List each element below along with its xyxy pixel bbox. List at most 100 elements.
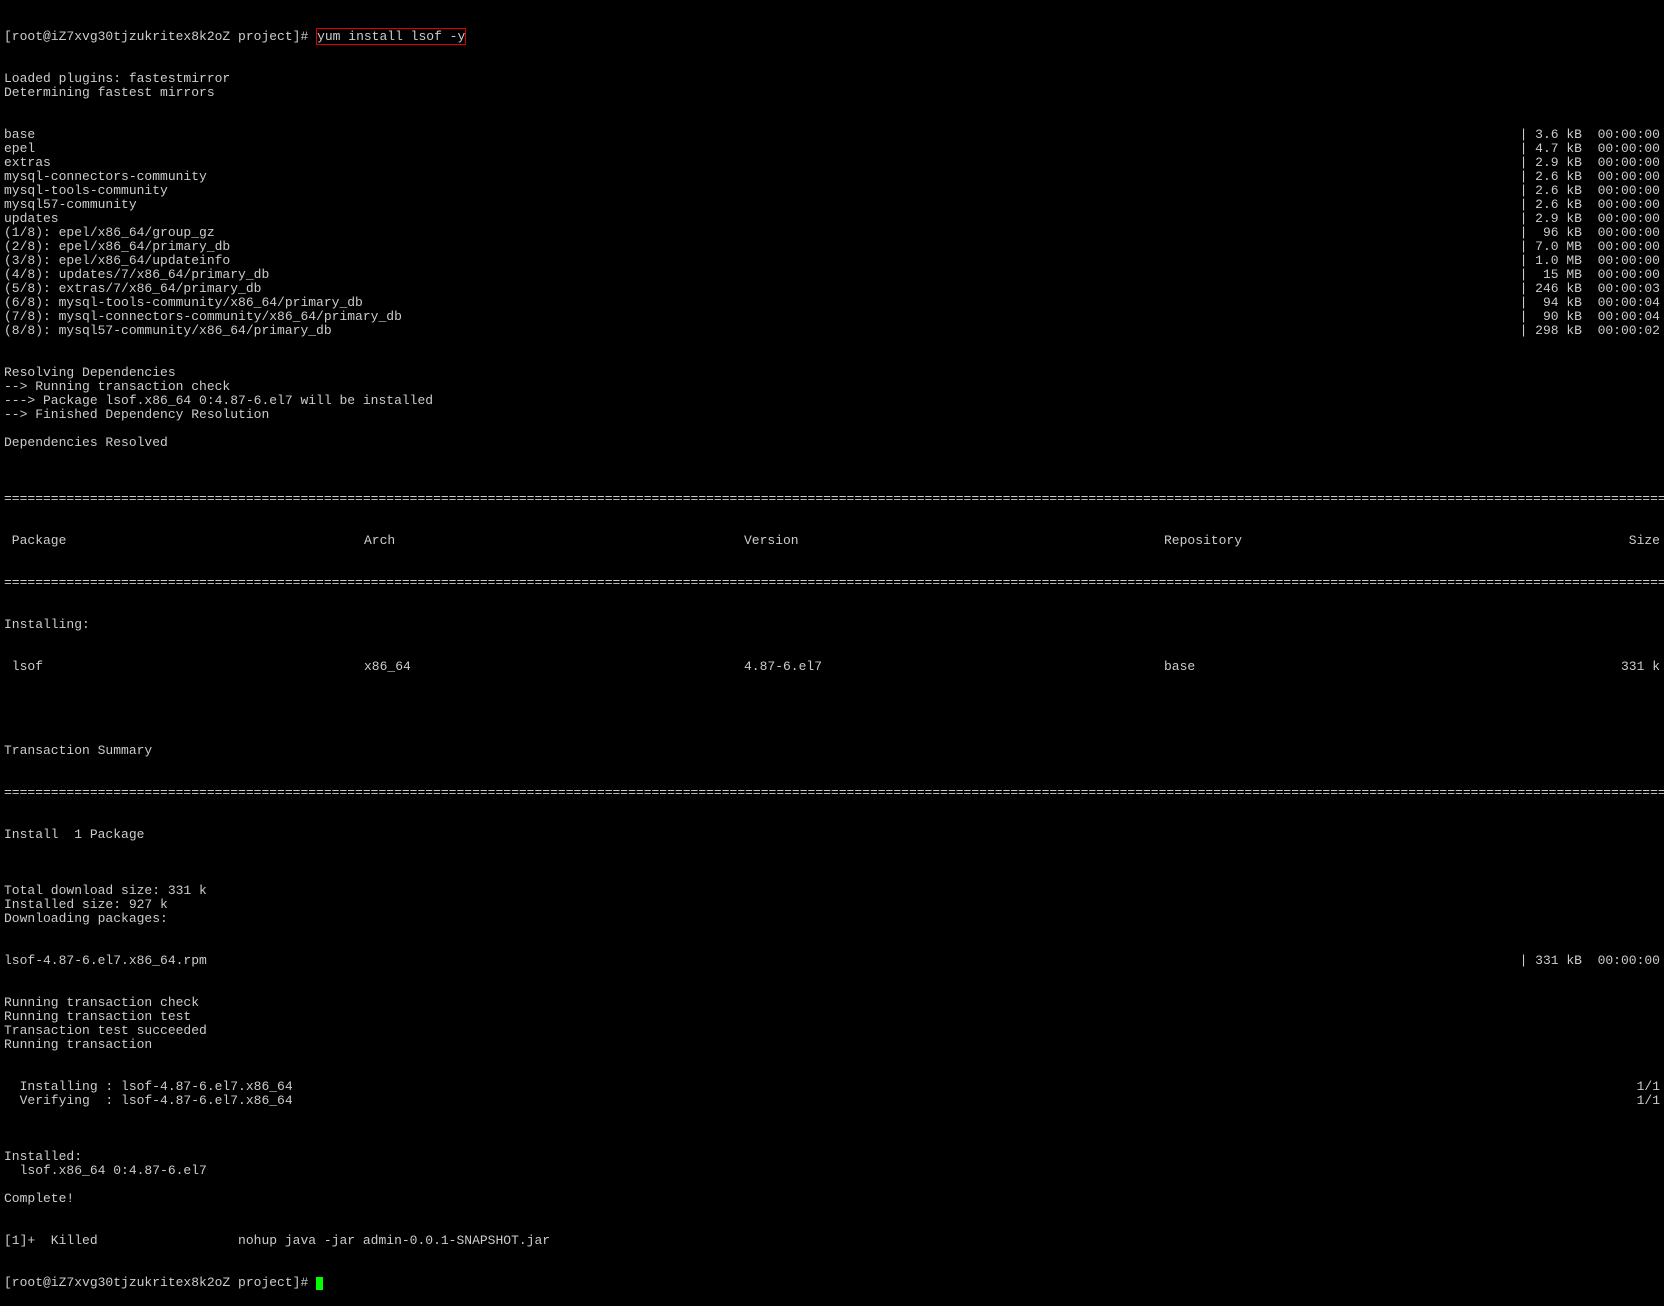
- terminal[interactable]: [root@iZ7xvg30tjzukritex8k2oZ project]# …: [0, 0, 1664, 1306]
- divider-bottom: ========================================…: [4, 786, 1660, 800]
- divider-mid: ========================================…: [4, 576, 1660, 590]
- output-line: [4, 870, 1660, 884]
- output-row: (6/8): mysql-tools-community/x86_64/prim…: [4, 296, 1660, 310]
- row-left: mysql-connectors-community: [4, 170, 207, 184]
- pkg-repo: base: [1164, 660, 1504, 674]
- prompt-prefix-2: [root@iZ7xvg30tjzukritex8k2oZ project]#: [4, 1275, 316, 1290]
- row-left: updates: [4, 212, 59, 226]
- output-line: --> Finished Dependency Resolution: [4, 408, 1660, 422]
- col-arch: Arch: [364, 534, 744, 548]
- output-row: mysql57-community| 2.6 kB 00:00:00: [4, 198, 1660, 212]
- row-right: | 90 kB 00:00:04: [1520, 310, 1660, 324]
- download-stats: | 331 kB 00:00:00: [1520, 954, 1660, 968]
- pkg-version: 4.87-6.el7: [744, 660, 1164, 674]
- output-line: lsof.x86_64 0:4.87-6.el7: [4, 1164, 1660, 1178]
- prompt-prefix: [root@iZ7xvg30tjzukritex8k2oZ project]#: [4, 29, 316, 44]
- output-row: (8/8): mysql57-community/x86_64/primary_…: [4, 324, 1660, 338]
- col-repository: Repository: [1164, 534, 1504, 548]
- row-right: | 15 MB 00:00:00: [1520, 268, 1660, 282]
- col-version: Version: [744, 534, 1164, 548]
- download-file: lsof-4.87-6.el7.x86_64.rpm: [4, 954, 207, 968]
- row-left: extras: [4, 156, 51, 170]
- killed-line: [1]+ Killed nohup java -jar admin-0.0.1-…: [4, 1234, 1660, 1248]
- output-row: (5/8): extras/7/x86_64/primary_db | 246 k…: [4, 282, 1660, 296]
- row-left: Installing : lsof-4.87-6.el7.x86_64: [4, 1080, 293, 1094]
- row-left: Verifying : lsof-4.87-6.el7.x86_64: [4, 1094, 293, 1108]
- row-left: (3/8): epel/x86_64/updateinfo: [4, 254, 230, 268]
- row-left: base: [4, 128, 35, 142]
- output-row: Installing : lsof-4.87-6.el7.x86_64 1/1: [4, 1080, 1660, 1094]
- row-right: | 298 kB 00:00:02: [1520, 324, 1660, 338]
- row-left: (2/8): epel/x86_64/primary_db: [4, 240, 230, 254]
- row-left: (6/8): mysql-tools-community/x86_64/prim…: [4, 296, 363, 310]
- blank-line: [4, 702, 1660, 716]
- cursor: [316, 1277, 323, 1290]
- row-left: (5/8): extras/7/x86_64/primary_db: [4, 282, 261, 296]
- row-right: | 246 kB 00:00:03: [1520, 282, 1660, 296]
- output-line: Transaction test succeeded: [4, 1024, 1660, 1038]
- download-row: lsof-4.87-6.el7.x86_64.rpm | 331 kB 00:0…: [4, 954, 1660, 968]
- output-line: Total download size: 331 k: [4, 884, 1660, 898]
- row-right: 1/1: [1637, 1080, 1660, 1094]
- output-row: (3/8): epel/x86_64/updateinfo | 1.0 MB 00…: [4, 254, 1660, 268]
- output-line: Running transaction: [4, 1038, 1660, 1052]
- output-row: (1/8): epel/x86_64/group_gz | 96 kB 00:00…: [4, 226, 1660, 240]
- row-right: | 1.0 MB 00:00:00: [1520, 254, 1660, 268]
- output-line: ---> Package lsof.x86_64 0:4.87-6.el7 wi…: [4, 394, 1660, 408]
- output-row: updates | 2.9 kB 00:00:00: [4, 212, 1660, 226]
- row-left: (8/8): mysql57-community/x86_64/primary_…: [4, 324, 332, 338]
- pkg-name: lsof: [4, 660, 364, 674]
- col-package: Package: [4, 534, 364, 548]
- output-line: Running transaction check: [4, 996, 1660, 1010]
- package-row: lsof x86_64 4.87-6.el7 base 331 k: [4, 660, 1660, 674]
- install-count: Install 1 Package: [4, 828, 1660, 842]
- row-left: mysql-tools-community: [4, 184, 168, 198]
- row-right: | 7.0 MB 00:00:00: [1520, 240, 1660, 254]
- transaction-summary-label: Transaction Summary: [4, 744, 1660, 758]
- output-row: mysql-tools-community | 2.6 kB 00:00:00: [4, 184, 1660, 198]
- output-line: Resolving Dependencies: [4, 366, 1660, 380]
- row-left: (1/8): epel/x86_64/group_gz: [4, 226, 215, 240]
- package-table-header: Package Arch Version Repository Size: [4, 534, 1660, 548]
- installing-label: Installing:: [4, 618, 1660, 632]
- row-left: (4/8): updates/7/x86_64/primary_db: [4, 268, 269, 282]
- pkg-arch: x86_64: [364, 660, 744, 674]
- row-left: epel: [4, 142, 35, 156]
- output-row: Verifying : lsof-4.87-6.el7.x86_64 1/1: [4, 1094, 1660, 1108]
- output-line: Determining fastest mirrors: [4, 86, 1660, 100]
- prompt-line-2[interactable]: [root@iZ7xvg30tjzukritex8k2oZ project]#: [4, 1276, 1660, 1290]
- row-right: | 4.7 kB 00:00:00: [1520, 142, 1660, 156]
- row-right: | 2.9 kB 00:00:00: [1520, 156, 1660, 170]
- output-row: extras | 2.9 kB 00:00:00: [4, 156, 1660, 170]
- output-line: [4, 1136, 1660, 1150]
- output-row: (7/8): mysql-connectors-community/x86_64…: [4, 310, 1660, 324]
- row-right: | 96 kB 00:00:00: [1520, 226, 1660, 240]
- row-right: | 3.6 kB 00:00:00: [1520, 128, 1660, 142]
- output-row: mysql-connectors-community | 2.6 kB 00:00…: [4, 170, 1660, 184]
- row-right: | 94 kB 00:00:04: [1520, 296, 1660, 310]
- col-size: Size: [1504, 534, 1660, 548]
- output-line: [4, 422, 1660, 436]
- pkg-size: 331 k: [1504, 660, 1660, 674]
- output-line: [4, 1178, 1660, 1192]
- output-row: base | 3.6 kB 00:00:00: [4, 128, 1660, 142]
- output-line: [4, 450, 1660, 464]
- row-left: mysql57-community: [4, 198, 137, 212]
- output-row: (4/8): updates/7/x86_64/primary_db | 15 M…: [4, 268, 1660, 282]
- row-right: 1/1: [1637, 1094, 1660, 1108]
- prompt-line-1: [root@iZ7xvg30tjzukritex8k2oZ project]# …: [4, 30, 1660, 44]
- divider-top: ========================================…: [4, 492, 1660, 506]
- output-line: Installed size: 927 k: [4, 898, 1660, 912]
- row-right: | 2.6 kB 00:00:00: [1520, 184, 1660, 198]
- output-row: (2/8): epel/x86_64/primary_db | 7.0 MB 00…: [4, 240, 1660, 254]
- output-line: Complete!: [4, 1192, 1660, 1206]
- output-line: Dependencies Resolved: [4, 436, 1660, 450]
- output-line: Installed:: [4, 1150, 1660, 1164]
- output-row: epel | 4.7 kB 00:00:00: [4, 142, 1660, 156]
- row-right: | 2.6 kB 00:00:00: [1520, 170, 1660, 184]
- row-right: | 2.9 kB 00:00:00: [1520, 212, 1660, 226]
- typed-command: yum install lsof -y: [316, 28, 466, 45]
- output-line: Loaded plugins: fastestmirror: [4, 72, 1660, 86]
- row-left: (7/8): mysql-connectors-community/x86_64…: [4, 310, 402, 324]
- output-line: Running transaction test: [4, 1010, 1660, 1024]
